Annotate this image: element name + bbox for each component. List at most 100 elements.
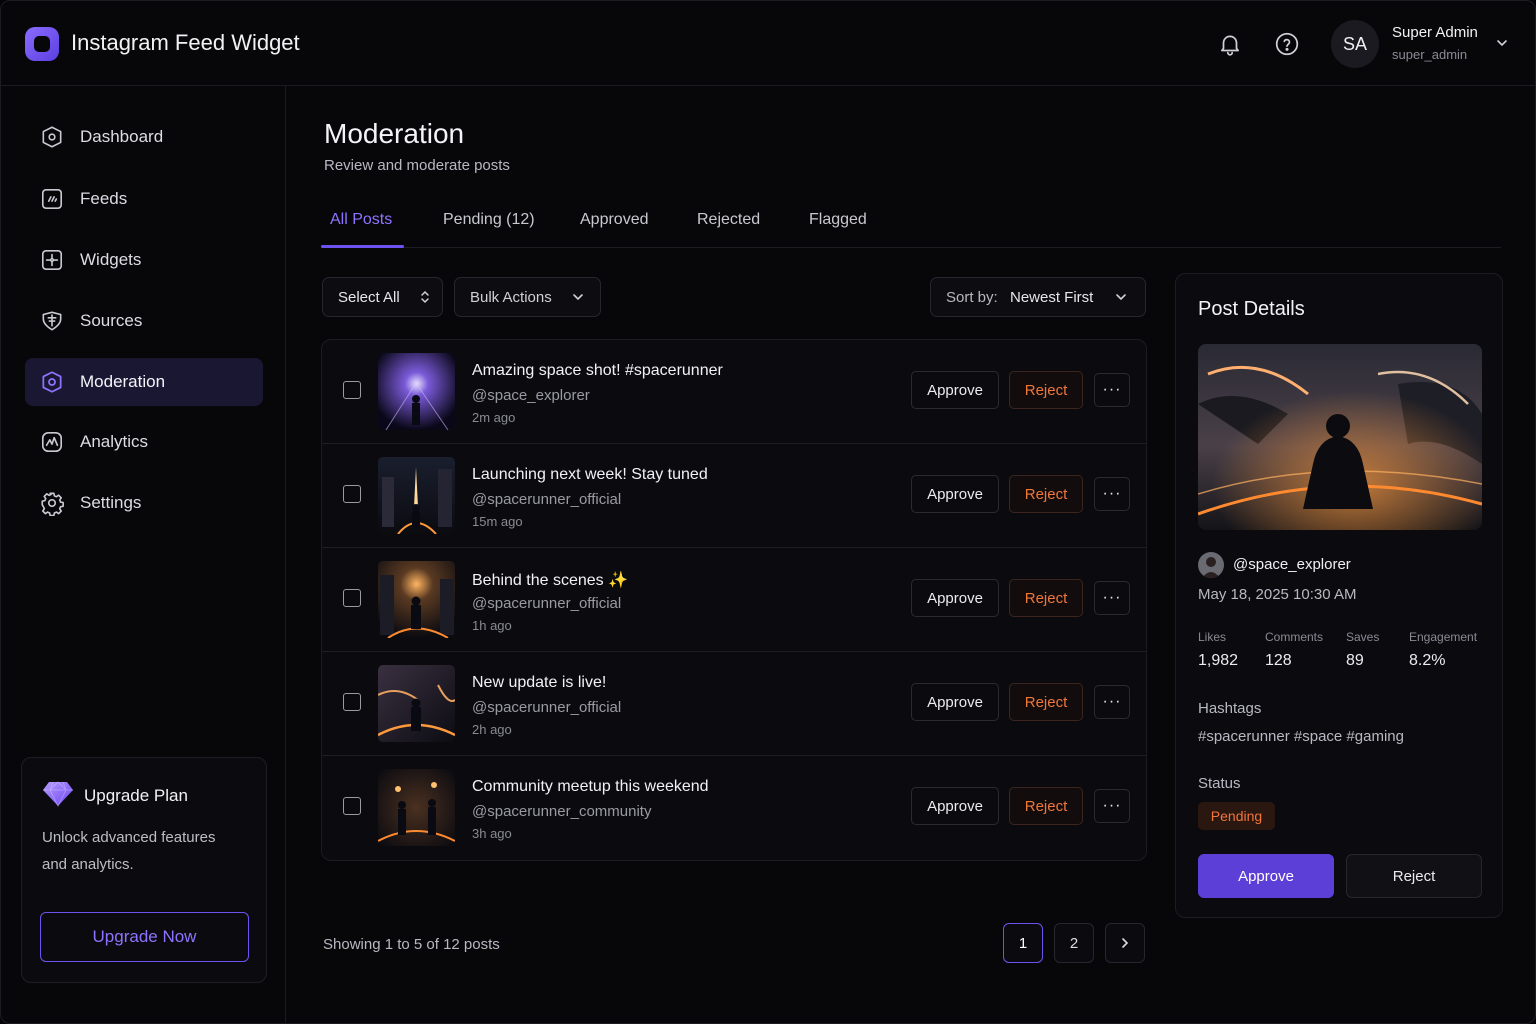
post-title: Community meetup this weekend bbox=[472, 778, 709, 795]
reject-button[interactable]: Reject bbox=[1009, 475, 1083, 513]
more-options-button[interactable]: ··· bbox=[1094, 581, 1130, 615]
details-username[interactable]: @space_explorer bbox=[1233, 556, 1351, 573]
top-bar: Instagram Feed Widget SA Super Admin sup… bbox=[1, 1, 1535, 86]
row-checkbox[interactable] bbox=[343, 589, 361, 607]
upgrade-description: Unlock advanced features and analytics. bbox=[42, 829, 216, 873]
post-thumbnail[interactable] bbox=[378, 353, 455, 430]
user-handle: super_admin bbox=[1392, 47, 1468, 62]
post-username[interactable]: @spacerunner_official bbox=[472, 491, 621, 508]
row-checkbox[interactable] bbox=[343, 485, 361, 503]
post-timestamp: 3h ago bbox=[472, 826, 512, 841]
author-avatar[interactable] bbox=[1198, 552, 1224, 578]
post-username[interactable]: @space_explorer bbox=[472, 387, 590, 404]
page-2-button[interactable]: 2 bbox=[1054, 923, 1094, 963]
table-row: Launching next week! Stay tuned @spaceru… bbox=[322, 444, 1146, 548]
dashboard-icon bbox=[39, 124, 65, 150]
gear-icon bbox=[39, 490, 65, 516]
post-title: Launching next week! Stay tuned bbox=[472, 466, 708, 483]
moderation-icon bbox=[39, 369, 65, 395]
sort-value: Newest First bbox=[1010, 288, 1094, 306]
page-title: Moderation bbox=[324, 118, 465, 149]
post-preview-image[interactable] bbox=[1198, 344, 1482, 530]
sidebar-item-label: Dashboard bbox=[80, 127, 164, 146]
chevron-updown-icon bbox=[418, 290, 432, 304]
reject-button[interactable]: Reject bbox=[1009, 683, 1083, 721]
more-options-button[interactable]: ··· bbox=[1094, 477, 1130, 511]
row-checkbox[interactable] bbox=[343, 381, 361, 399]
sidebar-item-label: Sources bbox=[80, 311, 143, 330]
tab-flagged[interactable]: Flagged bbox=[809, 211, 867, 229]
diamond-icon bbox=[42, 780, 74, 808]
app-window: Instagram Feed Widget SA Super Admin sup… bbox=[0, 0, 1536, 1024]
upgrade-now-button[interactable]: Upgrade Now bbox=[40, 912, 249, 962]
post-username[interactable]: @spacerunner_community bbox=[472, 803, 651, 820]
bulk-actions-label: Bulk Actions bbox=[470, 288, 552, 306]
status-label: Status bbox=[1198, 775, 1241, 792]
details-title: Post Details bbox=[1198, 298, 1305, 320]
more-options-button[interactable]: ··· bbox=[1094, 789, 1130, 823]
page-1-button[interactable]: 1 bbox=[1003, 923, 1043, 963]
stat-saves-label: Saves bbox=[1346, 630, 1380, 644]
stat-engagement-value: 8.2% bbox=[1409, 652, 1446, 669]
next-page-button[interactable] bbox=[1105, 923, 1145, 963]
sidebar-item-label: Widgets bbox=[80, 250, 142, 269]
post-thumbnail[interactable] bbox=[378, 769, 455, 846]
details-approve-button[interactable]: Approve bbox=[1198, 854, 1334, 898]
chevron-down-icon[interactable] bbox=[1495, 36, 1509, 50]
post-thumbnail[interactable] bbox=[378, 561, 455, 638]
tab-approved[interactable]: Approved bbox=[580, 211, 649, 229]
bell-icon[interactable] bbox=[1217, 31, 1243, 57]
feeds-icon bbox=[39, 186, 65, 212]
row-checkbox[interactable] bbox=[343, 797, 361, 815]
reject-button[interactable]: Reject bbox=[1009, 579, 1083, 617]
approve-button[interactable]: Approve bbox=[911, 371, 999, 409]
bulk-actions-dropdown[interactable]: Bulk Actions bbox=[454, 277, 601, 317]
page-subtitle: Review and moderate posts bbox=[324, 157, 510, 174]
pagination-summary: Showing 1 to 5 of 12 posts bbox=[323, 936, 500, 953]
more-options-button[interactable]: ··· bbox=[1094, 373, 1130, 407]
user-avatar[interactable]: SA bbox=[1331, 20, 1379, 68]
widgets-icon bbox=[39, 247, 65, 273]
sidebar-item-analytics[interactable]: Analytics bbox=[25, 418, 263, 466]
post-thumbnail[interactable] bbox=[378, 457, 455, 534]
approve-button[interactable]: Approve bbox=[911, 475, 999, 513]
approve-button[interactable]: Approve bbox=[911, 787, 999, 825]
table-row: Community meetup this weekend @spacerunn… bbox=[322, 756, 1146, 860]
sidebar-item-label: Feeds bbox=[80, 189, 128, 208]
select-all-dropdown[interactable]: Select All bbox=[322, 277, 443, 317]
stat-comments-value: 128 bbox=[1265, 652, 1292, 669]
post-thumbnail[interactable] bbox=[378, 665, 455, 742]
approve-button[interactable]: Approve bbox=[911, 579, 999, 617]
tab-rejected[interactable]: Rejected bbox=[697, 211, 760, 229]
more-options-button[interactable]: ··· bbox=[1094, 685, 1130, 719]
app-logo-icon bbox=[25, 27, 59, 61]
post-list: Amazing space shot! #spacerunner @space_… bbox=[321, 339, 1147, 861]
approve-button[interactable]: Approve bbox=[911, 683, 999, 721]
row-checkbox[interactable] bbox=[343, 693, 361, 711]
post-timestamp: 15m ago bbox=[472, 514, 523, 529]
reject-button[interactable]: Reject bbox=[1009, 371, 1083, 409]
post-username[interactable]: @spacerunner_official bbox=[472, 699, 621, 716]
table-row: Behind the scenes ✨ @spacerunner_officia… bbox=[322, 548, 1146, 652]
details-reject-button[interactable]: Reject bbox=[1346, 854, 1482, 898]
post-title: Amazing space shot! #spacerunner bbox=[472, 362, 723, 379]
sidebar-item-widgets[interactable]: Widgets bbox=[25, 236, 263, 284]
table-row: Amazing space shot! #spacerunner @space_… bbox=[322, 340, 1146, 444]
post-timestamp: 2m ago bbox=[472, 410, 516, 425]
tab-pending[interactable]: Pending (12) bbox=[443, 211, 535, 229]
tab-all-posts[interactable]: All Posts bbox=[330, 211, 392, 229]
analytics-icon bbox=[39, 429, 65, 455]
sidebar-item-dashboard[interactable]: Dashboard bbox=[25, 113, 263, 161]
post-username[interactable]: @spacerunner_official bbox=[472, 595, 621, 612]
sidebar-item-sources[interactable]: Sources bbox=[25, 297, 263, 345]
sort-dropdown[interactable]: Sort by: Newest First bbox=[930, 277, 1146, 317]
post-timestamp: 2h ago bbox=[472, 722, 512, 737]
sidebar-item-feeds[interactable]: Feeds bbox=[25, 175, 263, 223]
sidebar-item-settings[interactable]: Settings bbox=[25, 479, 263, 527]
chevron-down-icon bbox=[1114, 290, 1128, 304]
help-icon[interactable] bbox=[1274, 31, 1300, 57]
stat-likes-value: 1,982 bbox=[1198, 652, 1239, 669]
post-timestamp: 1h ago bbox=[472, 618, 512, 633]
reject-button[interactable]: Reject bbox=[1009, 787, 1083, 825]
sidebar-item-moderation[interactable]: Moderation bbox=[25, 358, 263, 406]
